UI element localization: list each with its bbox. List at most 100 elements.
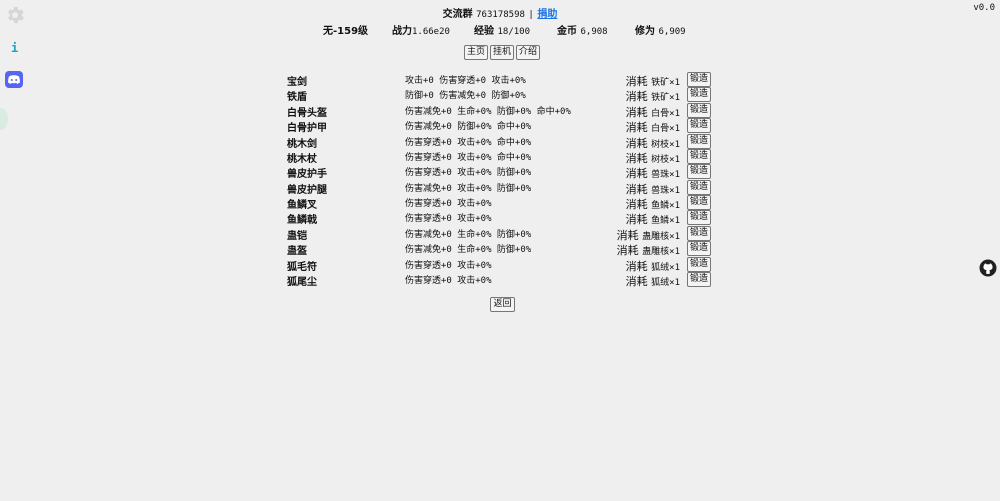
cultivation-stat: 修为 6,909 [635,22,686,37]
item-name: 宝剑 [287,77,307,88]
item-name: 鱼鳞叉 [287,200,317,211]
forge-row: 狐毛符 伤害穿透+0 攻击+0% 消耗 狐绒×1 锻造 [0,257,1000,273]
item-effects: 伤害穿透+0 攻击+0% [405,199,492,209]
item-cost: 消耗 蛊雕核×1 [617,242,680,258]
forge-button[interactable]: 锻造 [687,134,711,149]
forge-row: 宝剑 攻击+0 伤害穿透+0 攻击+0% 消耗 铁矿×1 锻造 [0,72,1000,88]
item-name: 铁盾 [287,92,307,103]
forge-row: 鱼鳞戟 伤害穿透+0 攻击+0% 消耗 鱼鳞×1 锻造 [0,210,1000,227]
idle-button[interactable]: 挂机 [490,45,514,60]
item-cost: 消耗 狐绒×1 [626,273,680,289]
cost-value: 兽珠×1 [651,170,680,180]
item-cost: 消耗 兽珠×1 [626,165,680,181]
forge-button[interactable]: 锻造 [687,164,711,179]
forge-button[interactable]: 锻造 [687,257,711,272]
item-name: 白骨护甲 [287,123,327,134]
gold-stat: 金币 6,908 [557,22,608,37]
forge-button[interactable]: 锻造 [687,103,711,118]
power-value: 1.66e20 [412,27,450,37]
cost-label: 消耗 [625,213,648,226]
header-line: 交流群 763178598 | 捐助 [0,5,1000,20]
forge-button[interactable]: 锻造 [687,72,711,87]
forge-row: 蛊铠 伤害减免+0 生命+0% 防御+0% 消耗 蛊雕核×1 锻造 [0,226,1000,242]
exp-label: 经验 [474,26,494,37]
item-name: 兽皮护手 [287,169,327,180]
exp-stat: 经验 18/100 [474,22,530,37]
item-name: 兽皮护腿 [287,185,327,196]
cost-value: 蛊雕核×1 [642,247,680,257]
forge-row: 狐尾尘 伤害穿透+0 攻击+0% 消耗 狐绒×1 锻造 [0,272,1000,289]
cost-value: 白骨×1 [651,124,680,134]
cost-value: 狐绒×1 [651,278,680,288]
forge-row: 兽皮护腿 伤害减免+0 攻击+0% 防御+0% 消耗 兽珠×1 锻造 [0,180,1000,196]
intro-button[interactable]: 介绍 [516,45,540,60]
forge-row: 桃木杖 伤害穿透+0 攻击+0% 命中+0% 消耗 树枝×1 锻造 [0,149,1000,165]
cost-label: 消耗 [625,275,648,288]
home-button[interactable]: 主页 [464,45,488,60]
group-label: 交流群 [442,9,473,20]
item-name: 狐毛符 [287,262,317,273]
item-name: 桃木杖 [287,154,317,165]
cultivation-label: 修为 [635,26,655,37]
header-separator: | [528,10,534,20]
stats-bar: 无-159级 战力1.66e20 经验 18/100 金币 6,908 修为 6… [0,22,1000,37]
item-effects: 伤害穿透+0 攻击+0% [405,261,492,271]
gold-value: 6,908 [580,27,608,37]
forge-button[interactable]: 锻造 [687,195,711,210]
item-name: 鱼鳞戟 [287,215,317,226]
item-effects: 伤害减免+0 生命+0% 防御+0% [405,230,532,240]
forge-row: 铁盾 防御+0 伤害减免+0 防御+0% 消耗 铁矿×1 锻造 [0,87,1000,104]
item-cost: 消耗 白骨×1 [626,119,680,135]
forge-button[interactable]: 锻造 [687,272,711,287]
item-cost: 消耗 铁矿×1 [626,88,680,104]
power-stat: 战力1.66e20 [392,22,450,37]
cost-value: 铁矿×1 [651,93,680,103]
cost-value: 鱼鳞×1 [651,216,680,226]
item-name: 狐尾尘 [287,277,317,288]
group-number: 763178598 [476,10,525,20]
item-name: 蛊盔 [287,246,307,257]
item-effects: 防御+0 伤害减免+0 防御+0% [405,91,526,101]
forge-button[interactable]: 锻造 [687,118,711,133]
item-effects: 伤害减免+0 攻击+0% 防御+0% [405,184,532,194]
exp-value: 18/100 [497,27,531,37]
forge-row: 兽皮护手 伤害穿透+0 攻击+0% 防御+0% 消耗 兽珠×1 锻造 [0,164,1000,181]
item-effects: 伤害穿透+0 攻击+0% 命中+0% [405,138,532,148]
donate-link[interactable]: 捐助 [537,9,557,20]
nav-bar: 主页 挂机 介绍 [464,45,540,60]
forge-row: 白骨护甲 伤害减免+0 防御+0% 命中+0% 消耗 白骨×1 锻造 [0,118,1000,135]
forge-row: 桃木剑 伤害穿透+0 攻击+0% 命中+0% 消耗 树枝×1 锻造 [0,134,1000,150]
item-name: 白骨头盔 [287,108,327,119]
back-button[interactable]: 返回 [490,297,515,312]
gold-label: 金币 [557,26,577,37]
forge-row: 蛊盔 伤害减免+0 生命+0% 防御+0% 消耗 蛊雕核×1 锻造 [0,241,1000,258]
realm-value: 无-159级 [323,26,369,37]
forge-button[interactable]: 锻造 [687,180,711,195]
item-effects: 伤害减免+0 防御+0% 命中+0% [405,122,532,132]
power-label: 战力 [392,26,412,37]
cost-label: 消耗 [625,90,648,103]
info-icon[interactable]: i [11,41,18,55]
item-effects: 伤害穿透+0 攻击+0% 命中+0% [405,153,532,163]
item-effects: 伤害减免+0 生命+0% 防御+0% 命中+0% [405,107,571,117]
item-name: 桃木剑 [287,139,317,150]
forge-button[interactable]: 锻造 [687,87,711,102]
forge-button[interactable]: 锻造 [687,241,711,256]
forge-row: 鱼鳞叉 伤害穿透+0 攻击+0% 消耗 鱼鳞×1 锻造 [0,195,1000,211]
realm-stat: 无-159级 [323,22,368,37]
cultivation-value: 6,909 [658,27,686,37]
cost-label: 消耗 [625,121,648,134]
forge-button[interactable]: 锻造 [687,226,711,241]
item-effects: 伤害减免+0 生命+0% 防御+0% [405,245,532,255]
item-effects: 伤害穿透+0 攻击+0% [405,276,492,286]
forge-button[interactable]: 锻造 [687,210,711,225]
item-effects: 攻击+0 伤害穿透+0 攻击+0% [405,76,526,86]
cost-label: 消耗 [616,244,639,257]
item-effects: 伤害穿透+0 攻击+0% [405,214,492,224]
item-name: 蛊铠 [287,231,307,242]
item-cost: 消耗 鱼鳞×1 [626,211,680,227]
forge-button[interactable]: 锻造 [687,149,711,164]
forge-row: 白骨头盔 伤害减免+0 生命+0% 防御+0% 命中+0% 消耗 白骨×1 锻造 [0,103,1000,119]
item-effects: 伤害穿透+0 攻击+0% 防御+0% [405,168,532,178]
cost-label: 消耗 [625,167,648,180]
